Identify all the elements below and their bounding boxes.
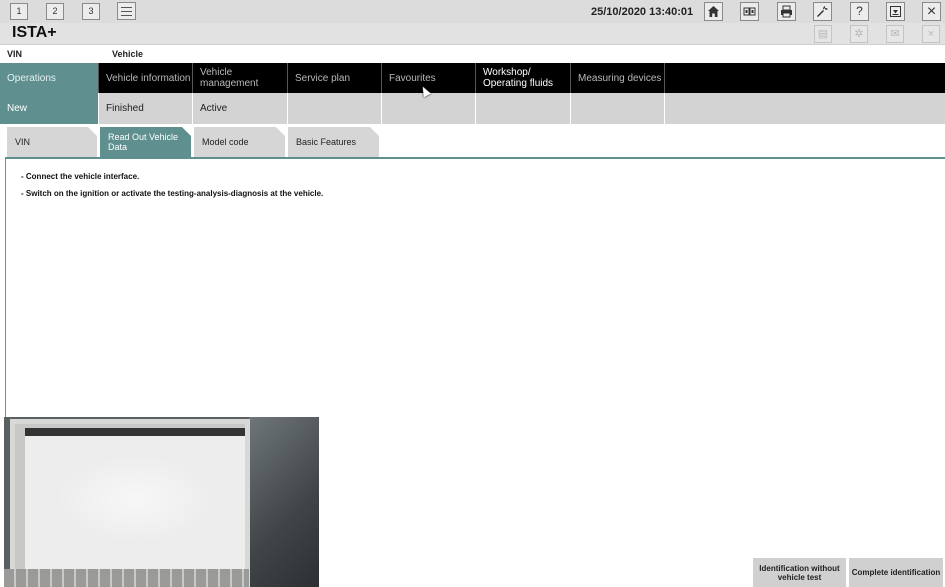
subtab-empty-4 [571, 93, 665, 124]
tab-basic-features[interactable]: Basic Features [288, 127, 379, 157]
sub-nav: New Finished Active [0, 93, 945, 124]
download-icon[interactable] [886, 2, 905, 21]
pair-icon[interactable] [740, 2, 759, 21]
wrench-icon[interactable] [813, 2, 832, 21]
ista-window: 1 2 3 25/10/2020 13:40:01 ? × ISTA+ ▤ ✲ … [0, 0, 945, 587]
vehicle-label: Vehicle [112, 49, 144, 59]
instruction-line: - Switch on the ignition or activate the… [21, 189, 324, 198]
identification-without-test-button[interactable]: Identification without vehicle test [753, 558, 846, 587]
tab-measuring-devices[interactable]: Measuring devices [571, 63, 665, 93]
car-seat-image [249, 417, 319, 587]
close-icon[interactable]: × [922, 2, 941, 21]
tab-vehicle-information[interactable]: Vehicle information [99, 63, 193, 93]
title-bar: ISTA+ ▤ ✲ ✉ × [0, 23, 945, 45]
datetime: 25/10/2020 13:40:01 [591, 6, 694, 18]
close-icon: × [922, 25, 940, 43]
subtab-new[interactable]: New [0, 93, 99, 124]
subtab-empty-3 [476, 93, 571, 124]
home-icon[interactable] [704, 2, 723, 21]
top-toolbar: 1 2 3 25/10/2020 13:40:01 ? × [0, 0, 945, 23]
tab-read-out-vehicle-data[interactable]: Read Out Vehicle Data [100, 127, 191, 157]
help-icon[interactable]: ? [850, 2, 869, 21]
instruction-line: - Connect the vehicle interface. [21, 172, 140, 181]
list-icon[interactable] [117, 2, 136, 20]
tab-operations[interactable]: Operations [0, 63, 99, 93]
tab-workshop-operating-fluids[interactable]: Workshop/ Operating fluids [476, 63, 571, 93]
subtab-active[interactable]: Active [193, 93, 288, 124]
gear-icon: ✲ [850, 25, 868, 43]
session-3-button[interactable]: 3 [82, 3, 100, 20]
tab-vin[interactable]: VIN [7, 127, 97, 157]
webcam-overlay [4, 417, 319, 587]
complete-identification-button[interactable]: Complete identification [849, 558, 943, 587]
session-2-button[interactable]: 2 [46, 3, 64, 20]
tab-service-plan[interactable]: Service plan [288, 63, 382, 93]
printer-icon[interactable] [777, 2, 796, 21]
copy-icon: ▤ [814, 25, 832, 43]
app-title: ISTA+ [12, 24, 57, 41]
tab-model-code[interactable]: Model code [194, 127, 285, 157]
session-1-button[interactable]: 1 [10, 3, 28, 20]
tab-favourites[interactable]: Favourites [382, 63, 476, 93]
subtab-empty-1 [288, 93, 382, 124]
tab-vehicle-management[interactable]: Vehicle management [193, 63, 288, 93]
keyboard-image [4, 569, 249, 587]
main-nav: Operations Vehicle information Vehicle m… [0, 63, 945, 93]
vin-label: VIN [7, 49, 23, 59]
subtab-finished[interactable]: Finished [99, 93, 193, 124]
laptop-image [10, 419, 250, 587]
mail-icon: ✉ [886, 25, 904, 43]
subtab-empty-2 [382, 93, 476, 124]
